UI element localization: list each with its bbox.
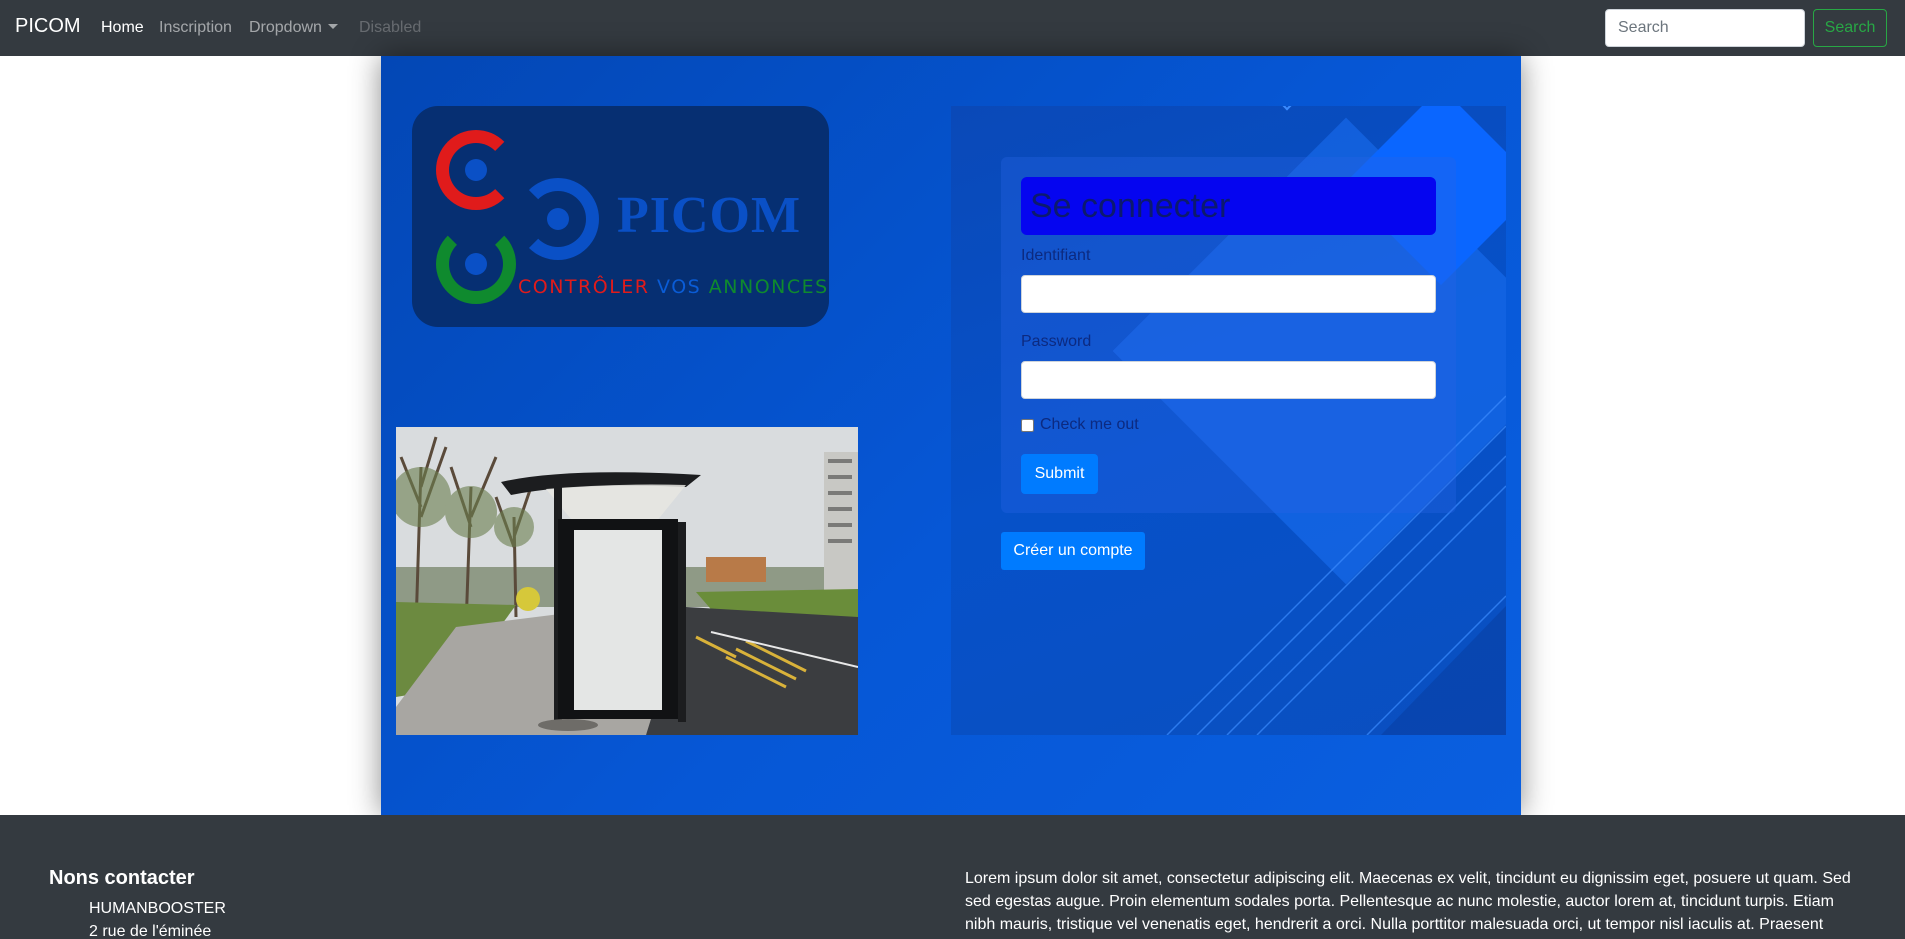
create-account-button[interactable]: Créer un compte (1001, 532, 1145, 570)
nav-dropdown-toggle[interactable]: Dropdown (249, 19, 338, 37)
picom-logo: PICOM CONTRÔLER VOS ANNONCES (412, 106, 829, 327)
logo-tagline: CONTRÔLER VOS ANNONCES (518, 276, 829, 298)
submit-button[interactable]: Submit (1021, 454, 1098, 494)
ring-dot-icon (465, 159, 487, 181)
top-navbar: PICOM Home Inscription Dropdown Disabled… (0, 0, 1905, 56)
brand-link[interactable]: PICOM (15, 15, 81, 38)
search-button[interactable]: Search (1813, 9, 1887, 47)
contact-line: HUMANBOOSTER (89, 900, 226, 917)
ring-dot-icon (547, 208, 569, 230)
bus-shelter-photo (396, 427, 858, 735)
nav-link-home[interactable]: Home (101, 19, 144, 37)
search-input[interactable] (1605, 9, 1805, 47)
nav-link-disabled: Disabled (359, 19, 422, 36)
logo-wordmark: PICOM (617, 187, 802, 244)
password-label: Password (1021, 333, 1092, 350)
identifier-label: Identifiant (1021, 247, 1091, 264)
nav-link-inscription[interactable]: Inscription (159, 19, 232, 37)
login-form: Se connecter Identifiant Password Check … (1001, 157, 1456, 513)
check-me-out-checkbox[interactable] (1021, 419, 1034, 432)
footer: Nons contacter HUMANBOOSTER 2 rue de l'é… (0, 815, 1905, 939)
form-title: Se connecter (1021, 177, 1436, 235)
ring-dot-icon (465, 253, 487, 275)
decorative-chevron (1278, 106, 1296, 111)
contact-line: 2 rue de l'éminée (89, 923, 212, 939)
identifier-field[interactable] (1021, 275, 1436, 313)
bus-shelter-illustration (396, 427, 858, 735)
contact-title: Nons contacter (49, 867, 195, 889)
footer-lorem-text: Lorem ipsum dolor sit amet, consectetur … (965, 870, 1851, 933)
main-container: PICOM CONTRÔLER VOS ANNONCES Se connecte… (381, 56, 1521, 815)
caret-down-icon (327, 24, 338, 29)
password-field[interactable] (1021, 361, 1436, 399)
dropdown-label: Dropdown (249, 19, 322, 36)
checkbox-label: Check me out (1040, 416, 1139, 433)
login-panel: Se connecter Identifiant Password Check … (951, 106, 1506, 735)
